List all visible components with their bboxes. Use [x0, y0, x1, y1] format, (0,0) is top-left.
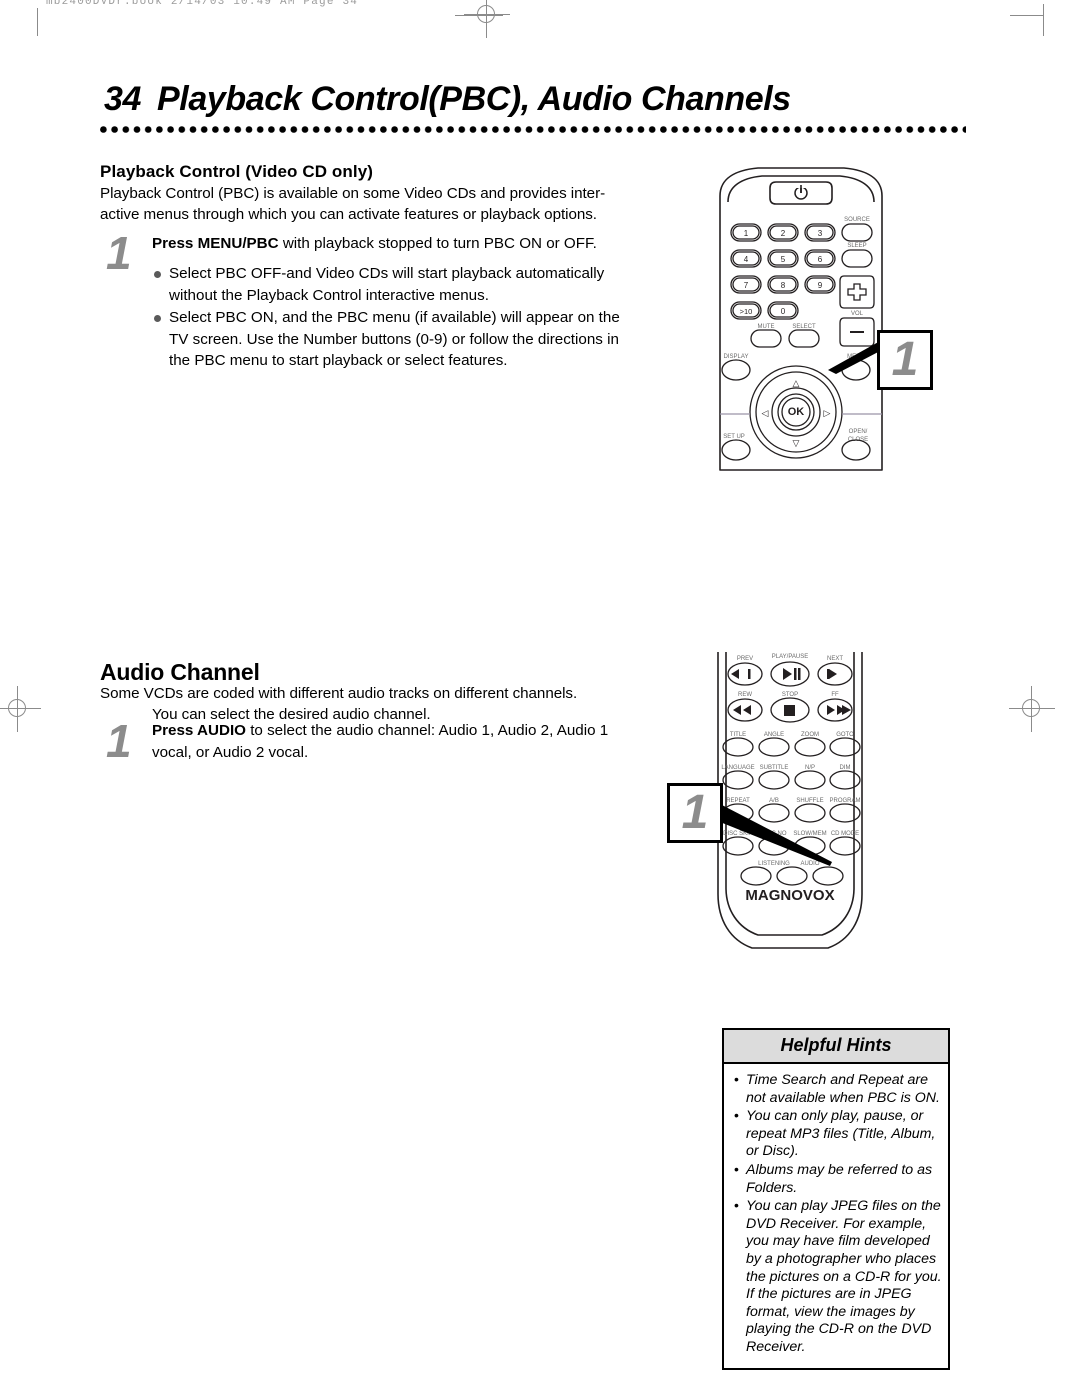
list-item: Select PBC OFF-and Video CDs will start … [152, 263, 630, 306]
section-intro-playback-control: Playback Control (PBC) is available on s… [100, 183, 660, 225]
svg-text:8: 8 [781, 281, 786, 290]
callout-label: 1 [681, 786, 709, 839]
svg-text:▽: ▽ [793, 438, 800, 448]
svg-text:SLEEP: SLEEP [847, 243, 866, 249]
svg-text:4: 4 [744, 255, 749, 264]
svg-text:SET UP: SET UP [723, 434, 745, 440]
remote-control-upper: 1 2 3 4 5 6 7 8 9 >10 0 SOURCE SLEEP VOL MUTE S… [719, 167, 883, 471]
svg-text:GOTO: GOTO [836, 732, 854, 738]
step-text-playback: Press MENU/PBC with playback stopped to … [152, 233, 652, 255]
svg-text:SUBTITLE: SUBTITLE [760, 765, 789, 771]
callout-label: 1 [891, 333, 919, 386]
list-item: You can only play, pause, or repeat MP3 … [732, 1107, 942, 1161]
svg-text:PLAY/PAUSE: PLAY/PAUSE [772, 654, 808, 660]
svg-text:MUTE: MUTE [758, 324, 775, 330]
list-item: You can play JPEG files on the DVD Recei… [732, 1197, 942, 1356]
page-number: 34 [104, 80, 142, 118]
list-item: Select PBC ON, and the PBC menu (if avai… [152, 307, 630, 372]
list-item: Time Search and Repeat are not available… [732, 1071, 942, 1107]
svg-text:NEXT: NEXT [827, 656, 843, 662]
svg-text:DISPLAY: DISPLAY [724, 354, 749, 360]
helpful-hints-title: Helpful Hints [724, 1030, 948, 1064]
registration-mark-top [464, 0, 510, 38]
page-title-text: Playback Control(PBC), Audio Channels [157, 80, 791, 118]
bullet-list-playback: Select PBC OFF-and Video CDs will start … [152, 263, 630, 373]
svg-text:OPEN/: OPEN/ [849, 429, 868, 435]
svg-text:OK: OK [788, 406, 805, 418]
step-bold-playback: Press MENU/PBC [152, 235, 279, 252]
step-bold-audio: Press AUDIO [152, 722, 246, 739]
svg-text:3: 3 [818, 229, 823, 238]
step-rest-playback: with playback stopped to turn PBC ON or … [278, 235, 597, 252]
svg-text:PREV: PREV [737, 656, 753, 662]
crop-mark-right-vertical [1043, 4, 1044, 36]
svg-text:◁: ◁ [762, 408, 769, 418]
svg-text:SOURCE: SOURCE [844, 217, 870, 223]
section-intro-audio-channel: Some VCDs are coded with different audio… [100, 683, 660, 725]
intro-line: Some VCDs are coded with different audio… [100, 685, 578, 702]
section-heading-audio-channel: Audio Channel [100, 659, 260, 685]
svg-text:ANGLE: ANGLE [764, 732, 784, 738]
step-number-1-audio: 1 [106, 715, 132, 767]
callout-pointer-audio [720, 804, 832, 866]
svg-text:△: △ [793, 378, 800, 388]
svg-text:ZOOM: ZOOM [801, 732, 819, 738]
svg-text:0: 0 [781, 307, 786, 316]
svg-text:STOP: STOP [782, 692, 798, 698]
step-text-audio: Press AUDIO to select the audio channel:… [152, 720, 632, 763]
svg-text:N/P: N/P [805, 765, 815, 771]
page-title: 34 Playback Control(PBC), Audio Channels [104, 80, 791, 119]
helpful-hints-list: Time Search and Repeat are not available… [724, 1064, 948, 1368]
crop-mark-top-right-horizontal [1010, 15, 1044, 16]
svg-text:LANGUAGE: LANGUAGE [721, 765, 754, 771]
scan-header-line: mb2400DVDr.book 2/14/03 10:49 AM Page 34 [46, 0, 359, 8]
svg-text:▷: ▷ [824, 408, 831, 418]
callout-menu-pbc: 1 [877, 330, 933, 390]
crop-mark-left-vertical [37, 8, 38, 36]
list-item: Albums may be referred to as Folders. [732, 1161, 942, 1197]
registration-mark-right [1009, 686, 1055, 732]
helpful-hints-box: Helpful Hints Time Search and Repeat are… [722, 1028, 950, 1370]
svg-text:5: 5 [781, 255, 786, 264]
svg-text:FF: FF [831, 692, 839, 698]
svg-text:7: 7 [744, 281, 749, 290]
intro-line: active menus through which you can activ… [100, 206, 597, 223]
svg-text:TITLE: TITLE [730, 732, 746, 738]
title-dotted-rule [100, 125, 966, 134]
svg-text:2: 2 [781, 229, 786, 238]
power-icon [794, 184, 808, 200]
svg-text:9: 9 [818, 281, 823, 290]
svg-text:>10: >10 [740, 307, 753, 316]
svg-text:1: 1 [744, 229, 749, 238]
step-number-1-playback: 1 [106, 227, 132, 279]
document-page: mb2400DVDr.book 2/14/03 10:49 AM Page 34… [0, 0, 1080, 1397]
svg-text:DIM: DIM [840, 765, 851, 771]
callout-audio: 1 [667, 783, 723, 843]
registration-mark-left [0, 686, 41, 732]
svg-text:SELECT: SELECT [792, 324, 816, 330]
svg-text:REW: REW [738, 692, 752, 698]
svg-text:VOL: VOL [851, 311, 864, 317]
intro-line: Playback Control (PBC) is available on s… [100, 185, 606, 202]
section-heading-playback-control: Playback Control (Video CD only) [100, 162, 374, 181]
svg-text:6: 6 [818, 255, 823, 264]
brand-wordmark: MAGNOVOX [745, 887, 834, 904]
